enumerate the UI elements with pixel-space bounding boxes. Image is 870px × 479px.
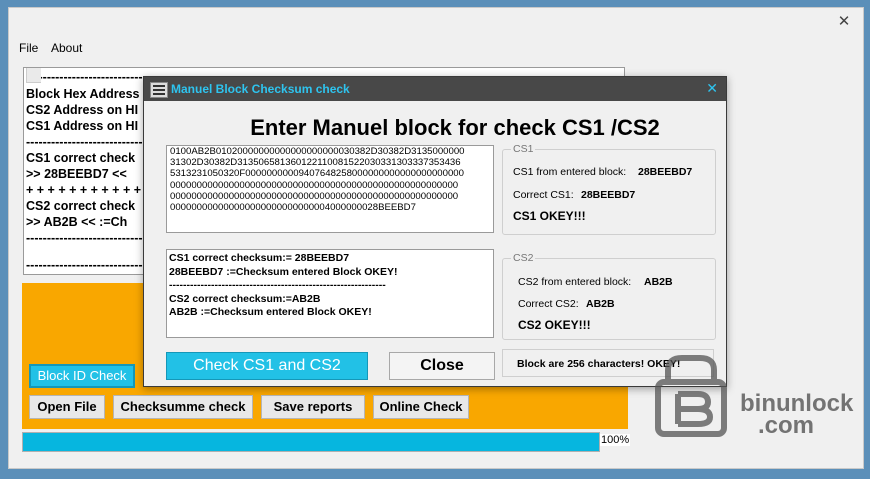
log-line: CS1 Address on HI: [26, 119, 139, 133]
close-button[interactable]: Close: [389, 352, 495, 380]
checksumme-check-button[interactable]: Checksumme check: [113, 395, 253, 419]
log-line: Block Hex Address: [26, 87, 140, 101]
log-line: + + + + + + + + + + + +: [26, 183, 152, 197]
progress-bar: [22, 432, 600, 452]
cs1-legend: CS1: [511, 143, 536, 155]
result-line: CS1 correct checksum:= 28BEEBD7: [169, 252, 350, 264]
result-line: 28BEEBD7 :=Checksum entered Block OKEY!: [169, 265, 398, 278]
log-line: >> AB2B << :=Ch: [26, 215, 128, 229]
cs1-correct-value: 28BEEBD7: [581, 189, 636, 201]
hex-line: 0000000000000000000000000000000000000000…: [170, 179, 459, 191]
menu-file[interactable]: File: [19, 41, 38, 55]
result-line: CS2 correct checksum:=AB2B: [169, 292, 321, 305]
hex-line: 000000000000000000000000000004000000028B…: [170, 202, 416, 214]
save-reports-button[interactable]: Save reports: [261, 395, 365, 419]
cs2-from-value: AB2B: [644, 276, 673, 288]
result-line: AB2B :=Checksum entered Block OKEY!: [169, 306, 372, 318]
hex-line: 0100AB2B01020000000000000000000030382D30…: [170, 146, 465, 157]
progress-fill: [23, 433, 599, 451]
cs2-correct-value: AB2B: [586, 298, 615, 310]
hex-line: 5313231050320F00000000009407648258000000…: [170, 168, 464, 180]
check-cs1-cs2-button[interactable]: Check CS1 and CS2: [166, 352, 368, 380]
log-line: CS2 Address on HI: [26, 103, 139, 117]
cs1-from-value: 28BEEBD7: [638, 166, 693, 178]
dialog-close-icon[interactable]: ✕: [706, 80, 718, 97]
cs1-from-label: CS1 from entered block:: [513, 166, 627, 178]
log-line: >> 28BEEBD7 <<: [26, 167, 127, 181]
block-id-check-button[interactable]: Block ID Check: [29, 364, 135, 388]
cs1-correct-label: Correct CS1:: [513, 189, 574, 201]
progress-label: 100%: [600, 434, 631, 446]
checksum-dialog: Manuel Block Checksum check ✕ Enter Manu…: [143, 76, 727, 387]
cs2-from-label: CS2 from entered block:: [518, 276, 632, 288]
watermark-text-domain: .com: [758, 412, 815, 439]
dialog-heading: Enter Manuel block for check CS1 /CS2: [250, 115, 660, 140]
cs2-correct-label: Correct CS2:: [518, 298, 579, 310]
window-close-button[interactable]: ✕: [833, 12, 855, 30]
log-line: CS2 correct check: [26, 199, 136, 213]
result-line: ----------------------------------------…: [169, 279, 386, 291]
log-scrollbar[interactable]: [26, 68, 41, 83]
cs1-status: CS1 OKEY!!!: [513, 209, 586, 223]
hex-line: 0000000000000000000000000000000000000000…: [170, 190, 459, 202]
hex-block-input[interactable]: 0100AB2B01020000000000000000000030382D30…: [166, 145, 494, 233]
online-check-button[interactable]: Online Check: [373, 395, 469, 419]
log-line: CS1 correct check: [26, 151, 136, 165]
app-icon: [150, 82, 168, 98]
hex-line: 31302D30382D3135065813601221100815220303…: [170, 157, 461, 169]
main-titlebar: [9, 8, 863, 34]
cs2-status: CS2 OKEY!!!: [518, 318, 591, 332]
open-file-button[interactable]: Open File: [29, 395, 105, 419]
watermark: binunlock .com: [648, 352, 868, 442]
menu-about[interactable]: About: [51, 41, 82, 55]
cs2-group: CS2 CS2 from entered block: AB2B Correct…: [502, 252, 716, 340]
result-output[interactable]: CS1 correct checksum:= 28BEEBD7 28BEEBD7…: [166, 249, 494, 338]
cs1-group: CS1 CS1 from entered block: 28BEEBD7 Cor…: [502, 143, 716, 235]
cs2-legend: CS2: [511, 252, 536, 264]
dialog-titlebar: Manuel Block Checksum check ✕: [144, 77, 726, 101]
dialog-title: Manuel Block Checksum check: [171, 82, 350, 96]
